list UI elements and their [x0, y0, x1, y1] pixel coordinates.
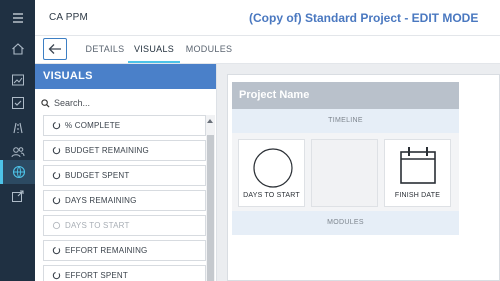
- visuals-panel-header: VISUALS: [35, 64, 216, 89]
- modules-section[interactable]: MODULES: [232, 211, 459, 235]
- scroll-up-arrow-icon[interactable]: [207, 119, 213, 123]
- visual-circle-icon: [52, 271, 61, 280]
- visuals-list: % COMPLETE BUDGET REMAINING BUDGET SPENT…: [43, 115, 206, 281]
- list-item-label: DAYS REMAINING: [65, 196, 137, 205]
- layout-canvas: Project Name TIMELINE DAYS TO START FINI…: [217, 64, 500, 281]
- list-item[interactable]: BUDGET REMAINING: [43, 140, 206, 161]
- list-item[interactable]: EFFORT REMAINING: [43, 240, 206, 261]
- search-placeholder: Search...: [54, 98, 91, 108]
- visuals-scrollbar[interactable]: [206, 115, 215, 281]
- search-input[interactable]: Search...: [41, 95, 201, 111]
- visual-slot-empty[interactable]: [311, 139, 378, 207]
- visual-circle-icon: [52, 146, 61, 155]
- timeline-section[interactable]: TIMELINE: [232, 109, 459, 133]
- circle-icon: [253, 148, 293, 188]
- list-item: DAYS TO START: [43, 215, 206, 236]
- left-nav-rail: [0, 0, 35, 281]
- calendar-icon: [400, 147, 436, 184]
- list-item[interactable]: BUDGET SPENT: [43, 165, 206, 186]
- arrow-left-icon: [48, 44, 61, 54]
- globe-icon[interactable]: [0, 160, 35, 184]
- tab-strip: DETAILS VISUALS MODULES: [35, 36, 500, 64]
- menu-icon[interactable]: [0, 6, 35, 30]
- visual-circle-icon: [52, 246, 61, 255]
- chart-icon[interactable]: [0, 68, 35, 92]
- top-header: CA PPM (Copy of) Standard Project - EDIT…: [35, 0, 500, 36]
- list-item-label: EFFORT SPENT: [65, 271, 129, 280]
- app-name: CA PPM: [49, 12, 88, 23]
- roadmap-icon[interactable]: [0, 116, 35, 140]
- list-item-label: DAYS TO START: [65, 221, 130, 230]
- list-item[interactable]: EFFORT SPENT: [43, 265, 206, 281]
- list-item[interactable]: DAYS REMAINING: [43, 190, 206, 211]
- visual-slot[interactable]: DAYS TO START: [238, 139, 305, 207]
- visual-slot[interactable]: FINISH DATE: [384, 139, 451, 207]
- list-item-label: BUDGET REMAINING: [65, 146, 149, 155]
- tab-visuals[interactable]: VISUALS: [128, 36, 180, 63]
- tab-details[interactable]: DETAILS: [85, 36, 125, 63]
- visual-circle-icon: [52, 221, 61, 230]
- visual-slots: DAYS TO START FINISH DATE: [232, 133, 459, 211]
- visual-circle-icon: [52, 171, 61, 180]
- external-link-icon[interactable]: [0, 184, 35, 208]
- visual-circle-icon: [52, 121, 61, 130]
- slot-label: FINISH DATE: [394, 192, 441, 199]
- checklist-icon[interactable]: [0, 91, 35, 115]
- list-item-label: EFFORT REMAINING: [65, 246, 148, 255]
- visual-circle-icon: [52, 196, 61, 205]
- tab-modules[interactable]: MODULES: [185, 36, 233, 63]
- project-name-bar[interactable]: Project Name: [232, 82, 459, 109]
- slot-label: DAYS TO START: [243, 192, 300, 199]
- list-item[interactable]: % COMPLETE: [43, 115, 206, 136]
- search-icon: [41, 98, 50, 108]
- page-title: (Copy of) Standard Project - EDIT MODE: [249, 11, 479, 25]
- scroll-thumb[interactable]: [207, 135, 214, 281]
- home-icon[interactable]: [0, 37, 35, 61]
- visuals-panel: VISUALS Search... % COMPLETE BUDGET REMA…: [35, 64, 217, 281]
- back-button[interactable]: [43, 38, 67, 60]
- list-item-label: % COMPLETE: [65, 121, 121, 130]
- list-item-label: BUDGET SPENT: [65, 171, 130, 180]
